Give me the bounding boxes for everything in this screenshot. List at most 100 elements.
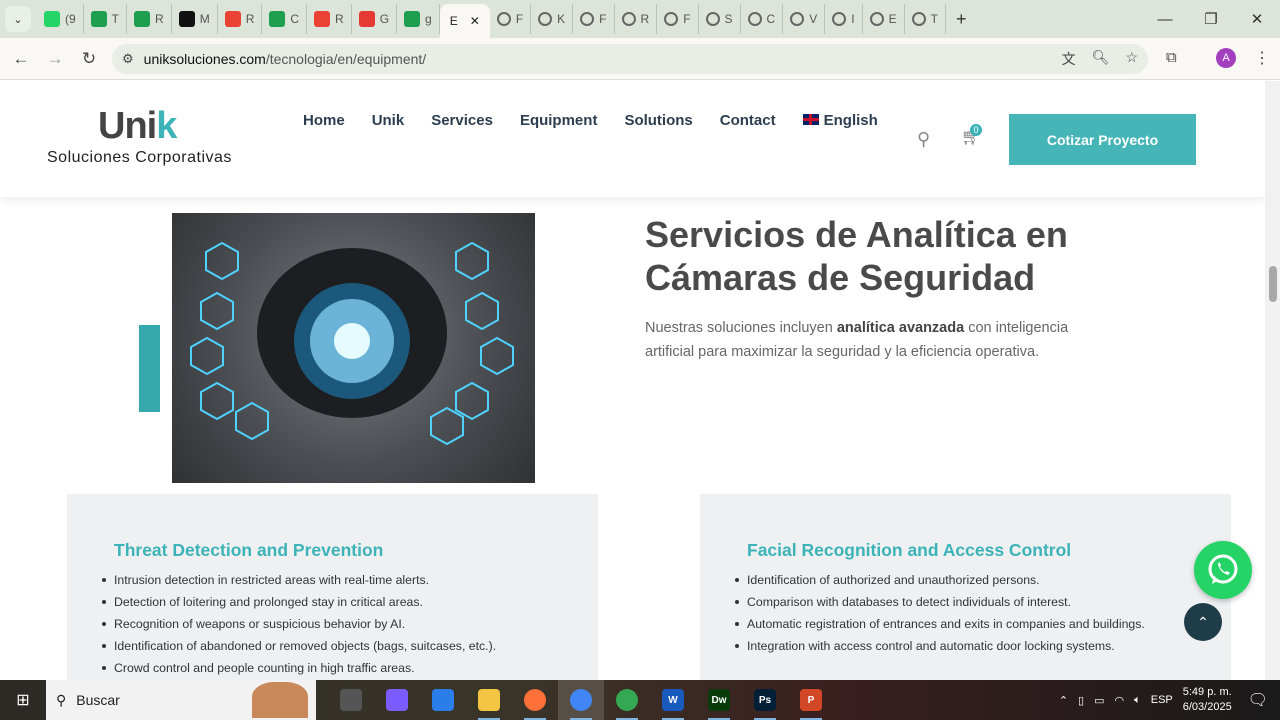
browser-tab[interactable]: K [531, 4, 574, 34]
list-item: Intrusion detection in restricted areas … [101, 569, 496, 591]
profile-avatar[interactable]: A [1216, 48, 1236, 68]
web-page: Unik Soluciones Corporativas Home Unik S… [0, 81, 1265, 680]
taskbar-photoshop[interactable]: Ps [742, 680, 788, 720]
start-button[interactable]: ⊞ [0, 690, 46, 710]
restore-button[interactable]: ❐ [1188, 10, 1234, 28]
back-button[interactable]: ← [4, 49, 38, 69]
taskbar-copilot[interactable] [374, 680, 420, 720]
new-tab-button[interactable]: + [956, 9, 967, 30]
list-item: Integration with access control and auto… [735, 635, 1145, 657]
active-tab[interactable]: E ✕ [439, 4, 490, 38]
cart-icon[interactable]: 🛒︎ 0 [961, 124, 982, 147]
nav-services[interactable]: Services [431, 112, 493, 129]
browser-tab[interactable]: F [573, 4, 615, 34]
headset-icon [580, 12, 595, 26]
page-scrollbar[interactable] [1265, 81, 1280, 680]
browser-tab[interactable]: R [307, 4, 352, 34]
taskbar-powerpoint[interactable]: P [788, 680, 834, 720]
nav-language[interactable]: English [802, 112, 878, 129]
taskbar-firefox[interactable] [512, 680, 558, 720]
taskbar-store[interactable] [420, 680, 466, 720]
card-list: Intrusion detection in restricted areas … [101, 569, 496, 679]
scroll-to-top-button[interactable]: ⌃ [1184, 603, 1222, 641]
language-indicator[interactable]: ESP [1151, 694, 1173, 706]
meet-icon[interactable]: ▯ [1078, 694, 1084, 707]
close-tab-icon[interactable]: ✕ [470, 14, 480, 28]
translate-icon[interactable]: 文 [1062, 49, 1076, 69]
headset-icon [790, 12, 805, 26]
taskbar-file-explorer[interactable] [466, 680, 512, 720]
browser-tab[interactable]: R [127, 4, 172, 34]
browser-tab[interactable]: R [218, 4, 263, 34]
tab-label: E [888, 12, 897, 26]
browser-tab[interactable]: G [352, 4, 398, 34]
browser-tab[interactable]: M [172, 4, 218, 34]
taskbar-dreamweaver[interactable]: Dw [696, 680, 742, 720]
tab-label: T [111, 12, 120, 26]
menu-kebab-icon[interactable]: ⋮ [1254, 48, 1270, 68]
windows-taskbar: ⊞ ⚲ Buscar W Dw Ps P ⌃ ▯ ▭ ◠ 🔈︎ ESP 5:49 p. … [0, 680, 1280, 720]
browser-tab[interactable]: V [783, 4, 826, 34]
browser-tab[interactable]: (9 [37, 4, 84, 34]
title-line-2: Cámaras de Seguridad [645, 257, 1036, 298]
logo-text: Uni [98, 105, 157, 147]
reload-button[interactable]: ↻ [72, 49, 106, 69]
browser-tab[interactable]: T [84, 4, 128, 34]
whatsapp-button[interactable] [1194, 541, 1252, 599]
nav-unik[interactable]: Unik [372, 112, 405, 129]
nav-equipment[interactable]: Equipment [520, 112, 598, 129]
store-icon [432, 689, 454, 711]
taskbar-task-view[interactable] [328, 680, 374, 720]
battery-icon[interactable]: ▭ [1094, 694, 1104, 707]
logo-k: k [156, 105, 177, 147]
tray-chevron-icon[interactable]: ⌃ [1059, 694, 1068, 707]
browser-tab[interactable]: C [262, 4, 308, 34]
tab-search-button[interactable]: ⌄ [5, 6, 31, 32]
tab-label: T [930, 12, 938, 26]
zoom-icon[interactable]: 🔍︎ [1092, 49, 1110, 69]
search-icon[interactable]: ⚲ [917, 129, 930, 150]
browser-tab[interactable]: E [863, 4, 905, 34]
browser-tab[interactable]: C [741, 4, 784, 34]
nav-home[interactable]: Home [303, 112, 345, 129]
taskbar-search[interactable]: ⚲ Buscar [46, 680, 316, 720]
url-field[interactable]: ⚙ uniksoluciones.com/tecnologia/en/equip… [112, 44, 1148, 74]
tab-label: R [335, 12, 344, 26]
cart-count-badge: 0 [970, 124, 982, 136]
nav-contact[interactable]: Contact [720, 112, 776, 129]
extensions-icon[interactable]: ⧉ [1166, 49, 1177, 66]
site-header: Unik Soluciones Corporativas Home Unik S… [0, 81, 1265, 197]
logo[interactable]: Unik [98, 105, 177, 148]
powerpoint-icon: P [800, 689, 822, 711]
url-host: uniksoluciones.com [143, 51, 266, 67]
bookmark-star-icon[interactable]: ☆ [1125, 49, 1138, 69]
forward-button[interactable]: → [38, 49, 72, 69]
scrollbar-thumb[interactable] [1269, 266, 1277, 302]
browser-tab[interactable]: g [397, 4, 440, 34]
browser-tab[interactable]: T [905, 4, 946, 34]
browser-tab[interactable]: I [825, 4, 863, 34]
cotizar-proyecto-button[interactable]: Cotizar Proyecto [1009, 114, 1196, 165]
close-window-button[interactable]: ✕ [1234, 10, 1280, 28]
taskbar-chrome[interactable] [558, 680, 604, 720]
browser-tab[interactable]: R [615, 4, 658, 34]
taskbar-word[interactable]: W [650, 680, 696, 720]
nav-solutions[interactable]: Solutions [624, 112, 692, 129]
tab-label: I [851, 12, 855, 26]
volume-icon[interactable]: 🔈︎ [1134, 694, 1141, 707]
browser-tab[interactable]: S [699, 4, 741, 34]
clock[interactable]: 5:49 p. m. 6/03/2025 [1183, 685, 1232, 715]
taskbar-chrome-2[interactable] [604, 680, 650, 720]
tab-label: F [515, 12, 524, 26]
headset-icon [869, 12, 884, 26]
minimize-button[interactable]: — [1142, 11, 1188, 28]
list-item: Detection of loitering and prolonged sta… [101, 591, 496, 613]
wifi-icon[interactable]: ◠ [1115, 694, 1125, 707]
app-icon [358, 11, 375, 27]
url-path: /tecnologia/en/equipment/ [265, 51, 427, 67]
site-info-icon[interactable]: ⚙ [122, 51, 134, 67]
notifications-icon[interactable]: 🗨︎ [1248, 690, 1268, 710]
card-threat-detection: Threat Detection and Prevention Intrusio… [67, 494, 598, 680]
browser-tab[interactable]: F [657, 4, 699, 34]
browser-tab[interactable]: F [490, 4, 532, 34]
